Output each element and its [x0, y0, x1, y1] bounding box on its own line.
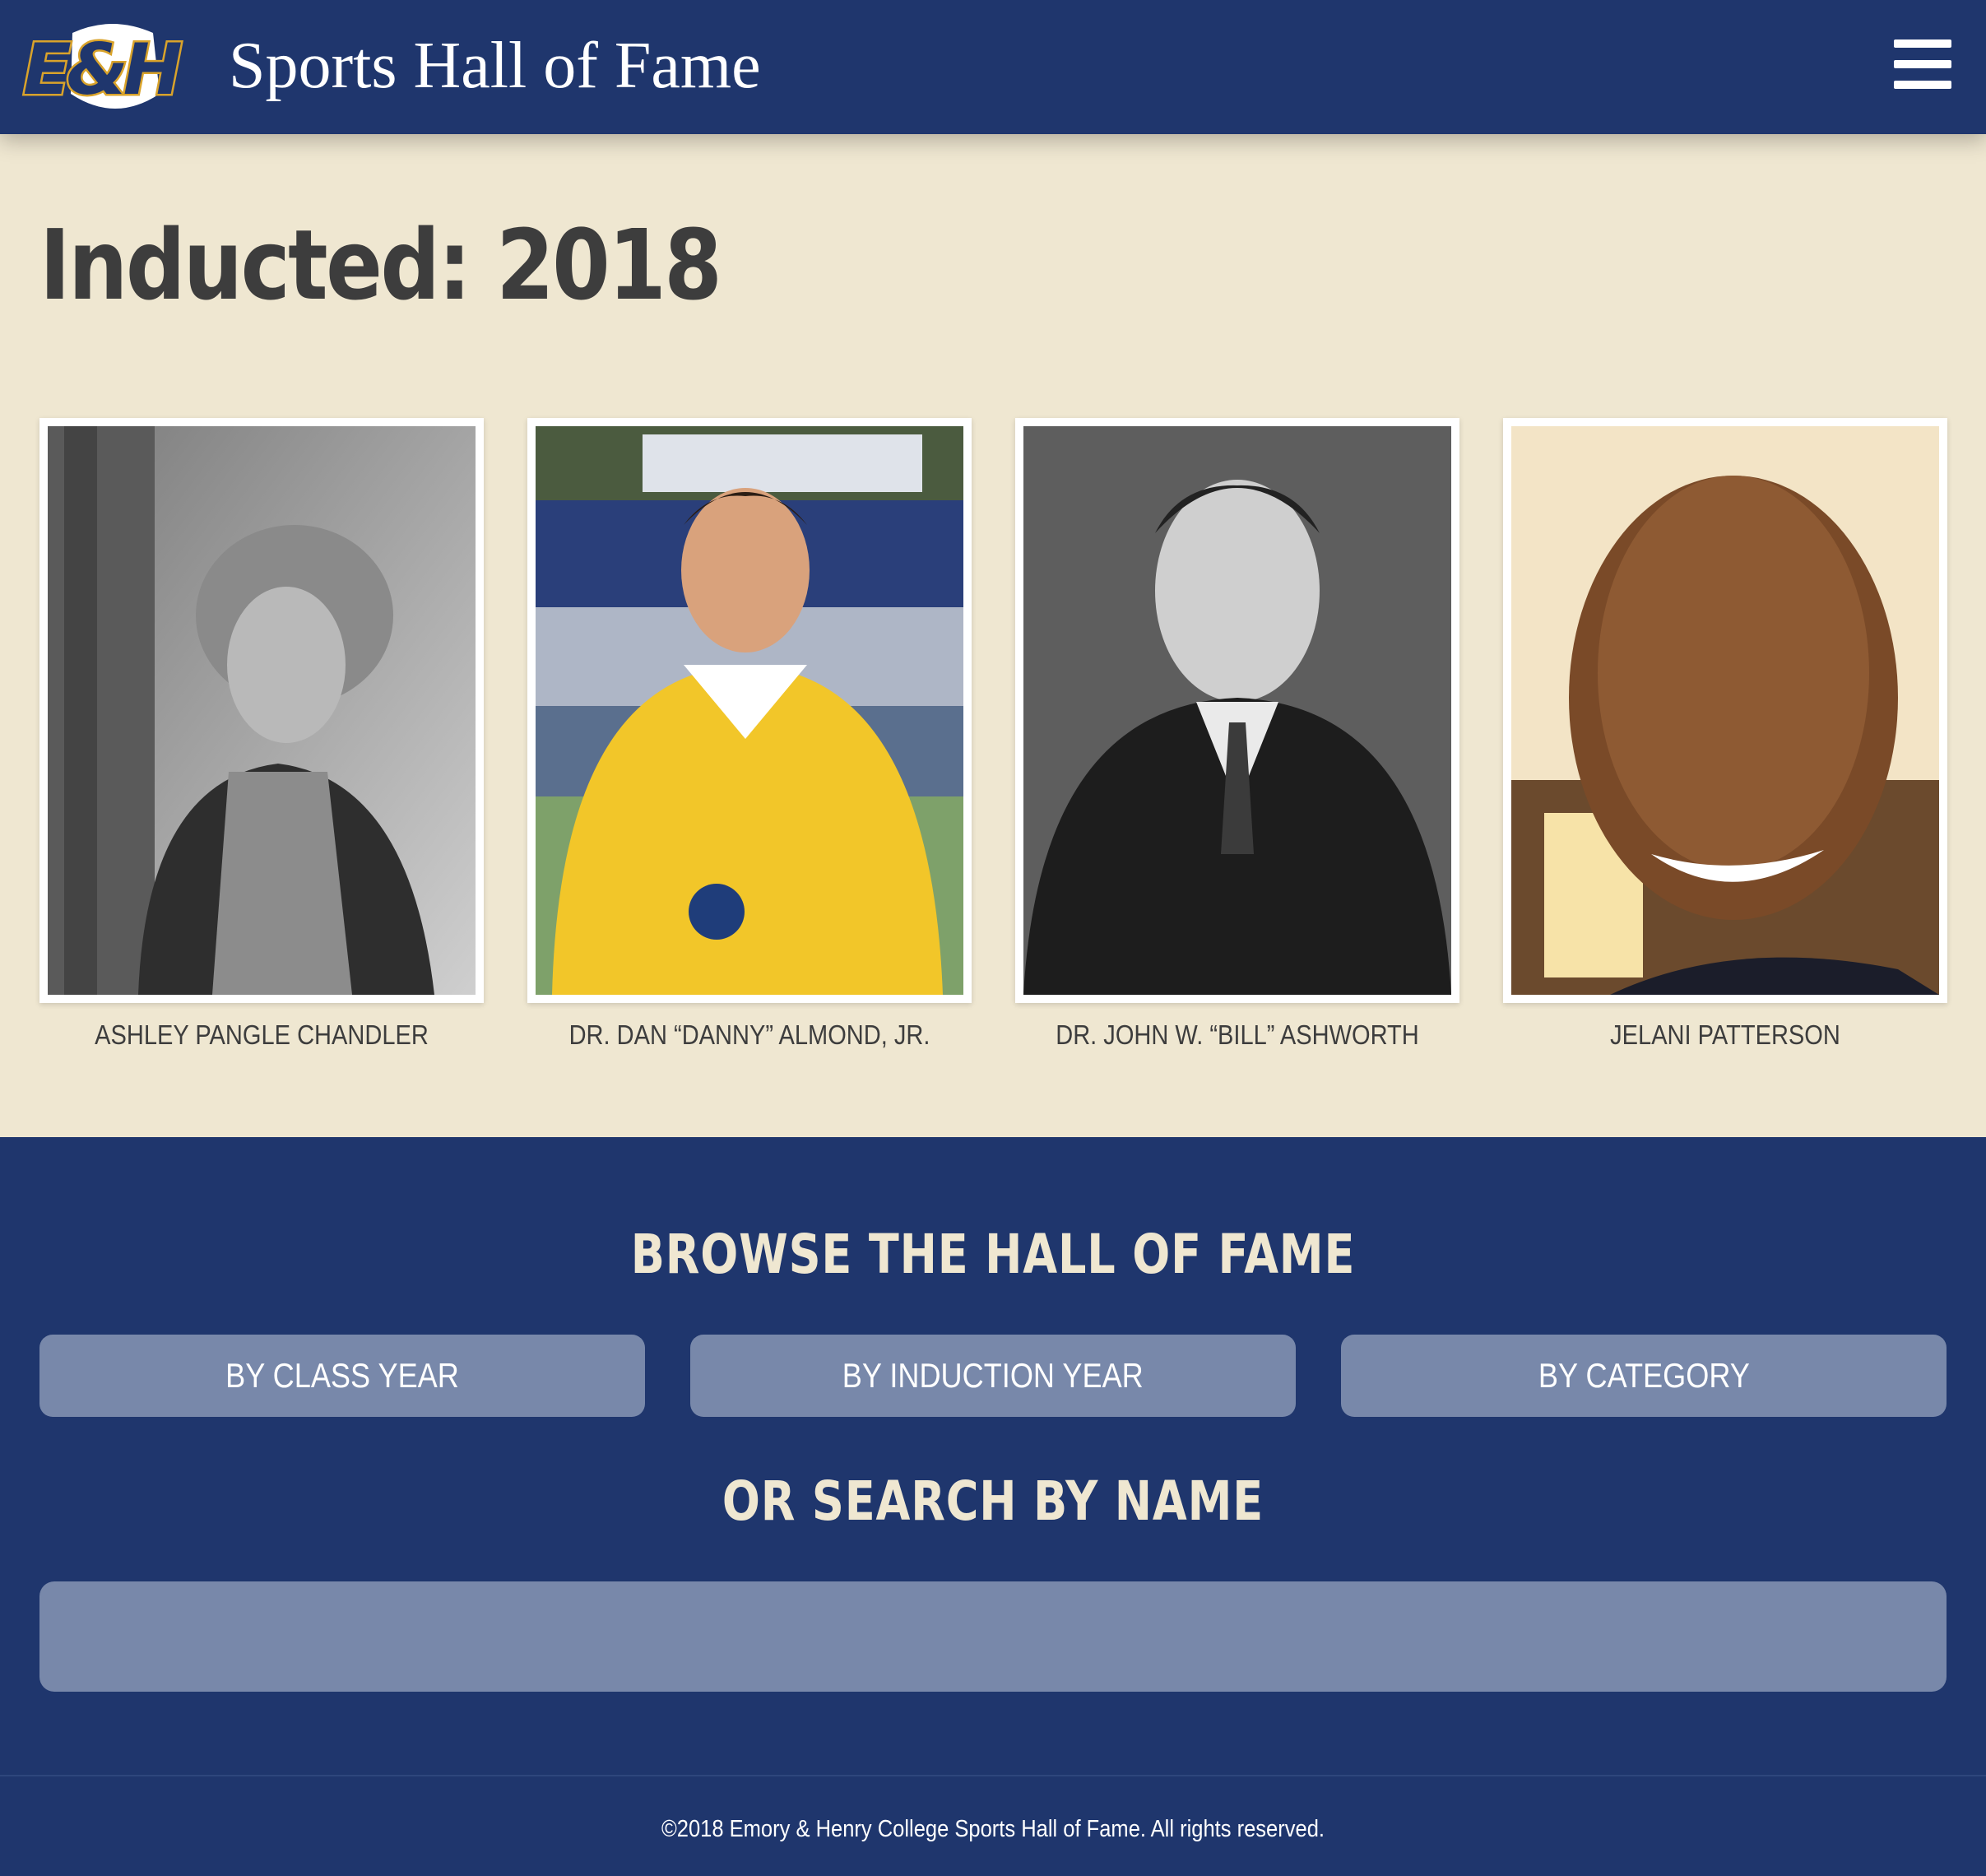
inductee-name[interactable]: DR. JOHN W. “BILL” ASHWORTH	[1042, 1019, 1432, 1051]
copyright-text: ©2018 Emory & Henry College Sports Hall …	[661, 1816, 1325, 1842]
inductee-name[interactable]: JELANI PATTERSON	[1529, 1019, 1920, 1051]
eh-logo[interactable]: E&H	[15, 18, 212, 117]
inductee-photo-frame[interactable]	[527, 418, 972, 1003]
inductee-photo-frame[interactable]	[1015, 418, 1459, 1003]
page-title: Inducted: 2018	[39, 208, 722, 322]
main-content: Inducted: 2018 ASHLEY PANGLE CHANDLER DR…	[0, 134, 1986, 1137]
inductee-card[interactable]: DR. JOHN W. “BILL” ASHWORTH	[1015, 418, 1459, 1051]
inductee-photo	[48, 426, 476, 995]
inductee-photo	[1511, 426, 1939, 995]
inductee-name[interactable]: DR. DAN “DANNY” ALMOND, JR.	[554, 1019, 944, 1051]
inductee-card[interactable]: DR. DAN “DANNY” ALMOND, JR.	[527, 418, 972, 1051]
site-header: E&H Sports Hall of Fame	[0, 0, 1986, 134]
button-label: BY CATEGORY	[1538, 1356, 1750, 1395]
browse-by-category-button[interactable]: BY CATEGORY	[1341, 1335, 1947, 1417]
inductee-photo-frame[interactable]	[39, 418, 484, 1003]
browse-by-class-year-button[interactable]: BY CLASS YEAR	[39, 1335, 645, 1417]
button-label: BY CLASS YEAR	[225, 1356, 459, 1395]
inductee-photo	[1023, 426, 1451, 995]
site-title[interactable]: Sports Hall of Fame	[229, 33, 761, 99]
inductee-card[interactable]: ASHLEY PANGLE CHANDLER	[39, 418, 484, 1051]
hamburger-menu-icon[interactable]	[1891, 36, 1955, 92]
button-label: BY INDUCTION YEAR	[842, 1356, 1144, 1395]
browse-section: BROWSE THE HALL OF FAME BY CLASS YEAR BY…	[0, 1137, 1986, 1775]
search-heading: OR SEARCH BY NAME	[722, 1470, 1264, 1533]
site-footer: ©2018 Emory & Henry College Sports Hall …	[0, 1775, 1986, 1876]
inductee-photo-frame[interactable]	[1503, 418, 1947, 1003]
inductee-card[interactable]: JELANI PATTERSON	[1503, 418, 1947, 1051]
browse-by-induction-year-button[interactable]: BY INDUCTION YEAR	[690, 1335, 1296, 1417]
inductee-photo	[536, 426, 963, 995]
inductee-name[interactable]: ASHLEY PANGLE CHANDLER	[66, 1019, 457, 1051]
browse-heading: BROWSE THE HALL OF FAME	[630, 1223, 1356, 1286]
logo-text: E&H	[23, 29, 182, 111]
search-by-name-input[interactable]	[39, 1581, 1947, 1692]
